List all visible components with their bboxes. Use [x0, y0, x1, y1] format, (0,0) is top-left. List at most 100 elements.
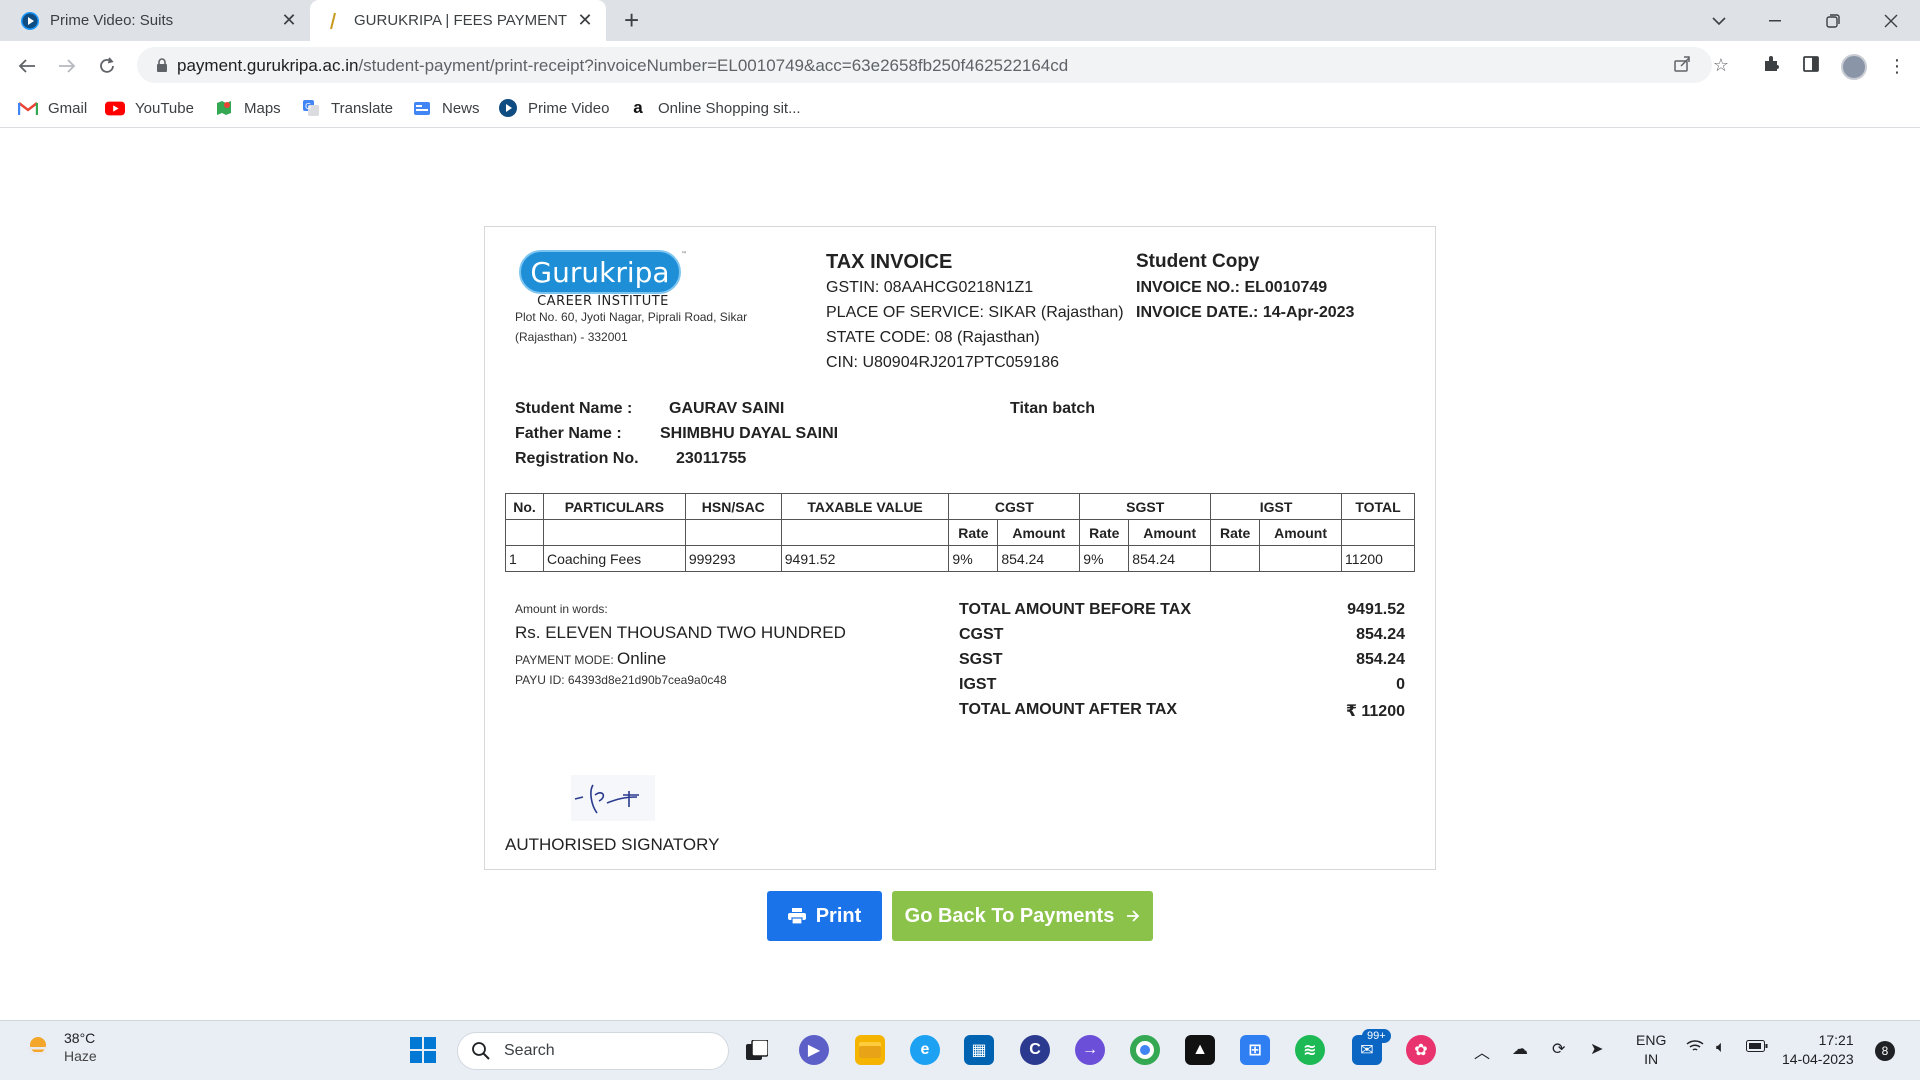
- close-window-icon[interactable]: [1866, 0, 1916, 41]
- bookmark-label: Gmail: [48, 99, 88, 117]
- totals-label: TOTAL AMOUNT BEFORE TAX: [959, 601, 1191, 618]
- chrome-icon[interactable]: [1130, 1035, 1160, 1065]
- task-view-icon[interactable]: [742, 1035, 772, 1065]
- subheader-amount: Amount: [1128, 519, 1212, 546]
- menu-kebab-icon[interactable]: ⋮: [1886, 55, 1908, 77]
- totals-label: TOTAL AMOUNT AFTER TAX: [959, 701, 1178, 718]
- photos-flower-icon[interactable]: ✿: [1406, 1035, 1436, 1065]
- lock-icon[interactable]: [154, 57, 170, 73]
- chat-icon[interactable]: ▶: [799, 1035, 829, 1065]
- invoice-title: TAX INVOICE: [826, 251, 953, 273]
- tab-search-icon[interactable]: [1694, 0, 1744, 41]
- side-panel-icon[interactable]: [1800, 55, 1822, 77]
- search-placeholder: Search: [504, 1042, 555, 1059]
- invoice-number: INVOICE NO.: EL0010749: [1136, 279, 1328, 296]
- cell-hsn: 999293: [684, 545, 782, 572]
- tab-title: GURUKRIPA | FEES PAYMENT: [354, 12, 568, 29]
- forward-arrow-icon[interactable]: [51, 50, 83, 82]
- cell-taxable-value: 9491.52: [780, 545, 950, 572]
- minimize-icon[interactable]: [1750, 0, 1800, 41]
- language-code: ENG: [1636, 1032, 1667, 1048]
- notification-badge[interactable]: 8: [1875, 1041, 1895, 1061]
- address-line: (Rajasthan) - 332001: [515, 330, 628, 344]
- gstin: GSTIN: 08AAHCG0218N1Z1: [826, 279, 1034, 296]
- totals-value: 0: [1396, 676, 1405, 693]
- sync-icon[interactable]: ⟳: [1552, 1039, 1565, 1059]
- system-clock[interactable]: 17:21 14-04-2023: [1782, 1031, 1854, 1069]
- payment-mode: PAYMENT MODE: Online: [515, 649, 666, 669]
- taskbar-search-box[interactable]: Search: [457, 1032, 729, 1070]
- institute-address: Plot No. 60, Jyoti Nagar, Piprali Road, …: [515, 307, 785, 347]
- invoice-tax-info: TAX INVOICE GSTIN: 08AAHCG0218N1Z1 PLACE…: [826, 249, 1126, 375]
- windows-start-icon[interactable]: [408, 1035, 438, 1065]
- totals-value: 854.24: [1356, 651, 1405, 668]
- bookmark-star-icon[interactable]: ☆: [1711, 55, 1731, 75]
- edge-icon[interactable]: e: [910, 1035, 940, 1065]
- region-code: IN: [1644, 1051, 1659, 1067]
- microsoft-store-icon[interactable]: ▦: [964, 1035, 994, 1065]
- show-hidden-icons-chevron-icon[interactable]: ︿: [1474, 1039, 1490, 1063]
- calculator-icon[interactable]: ⊞: [1240, 1035, 1270, 1065]
- father-name-label: Father Name :: [515, 425, 622, 442]
- invoice-items-table: No. PARTICULARS HSN/SAC TAXABLE VALUE CG…: [505, 493, 1415, 572]
- url-text[interactable]: payment.gurukripa.ac.in/student-payment/…: [177, 56, 1068, 76]
- tab-gurukripa[interactable]: GURUKRIPA | FEES PAYMENT ✕: [310, 0, 606, 41]
- new-tab-icon[interactable]: +: [624, 7, 639, 33]
- header-taxable-value: TAXABLE VALUE: [780, 493, 950, 520]
- back-arrow-icon[interactable]: [11, 50, 43, 82]
- battery-icon[interactable]: [1746, 1039, 1768, 1057]
- prime-video-icon: [20, 11, 40, 31]
- close-tab-icon[interactable]: ✕: [576, 11, 594, 29]
- go-back-to-payments-button[interactable]: Go Back To Payments: [892, 891, 1153, 941]
- restore-icon[interactable]: [1808, 0, 1858, 41]
- copy-label: Student Copy: [1136, 251, 1260, 272]
- bookmark-gmail[interactable]: Gmail: [18, 96, 87, 120]
- bookmark-prime-video[interactable]: Prime Video: [498, 96, 609, 120]
- address-bar[interactable]: payment.gurukripa.ac.in/student-payment/…: [137, 47, 1729, 83]
- close-tab-icon[interactable]: ✕: [280, 11, 298, 29]
- clock-time: 17:21: [1818, 1032, 1854, 1048]
- language-indicator[interactable]: ENG IN: [1636, 1031, 1666, 1069]
- app-launcher-icon[interactable]: →: [1075, 1035, 1105, 1065]
- profile-avatar[interactable]: [1841, 54, 1867, 80]
- bookmark-youtube[interactable]: YouTube: [105, 96, 194, 120]
- prime-video-icon: [498, 99, 518, 117]
- bookmark-news[interactable]: News: [412, 96, 480, 120]
- table-row: 1 Coaching Fees 999293 9491.52 9% 854.24…: [505, 545, 1415, 572]
- totals-value: 9491.52: [1347, 601, 1405, 618]
- location-icon[interactable]: ➤: [1590, 1039, 1603, 1059]
- onedrive-icon[interactable]: ☁: [1512, 1039, 1528, 1059]
- bookmark-online-shopping[interactable]: a Online Shopping sit...: [628, 96, 800, 120]
- cgst-row: CGST 854.24: [959, 626, 1405, 651]
- table-header-row: No. PARTICULARS HSN/SAC TAXABLE VALUE CG…: [505, 493, 1415, 520]
- header-no: No.: [505, 493, 544, 520]
- extensions-icon[interactable]: [1760, 55, 1782, 77]
- cell-sgst-rate: 9%: [1079, 545, 1130, 572]
- subheader-rate: Rate: [948, 519, 999, 546]
- affinity-icon[interactable]: ▲: [1185, 1035, 1215, 1065]
- student-name-label: Student Name :: [515, 400, 633, 417]
- weather-widget[interactable]: 38°C Haze: [24, 1029, 97, 1065]
- header-cgst: CGST: [948, 493, 1081, 520]
- address-line: Plot No. 60, Jyoti Nagar, Piprali Road, …: [515, 310, 748, 324]
- tab-prime-video[interactable]: Prime Video: Suits ✕: [20, 0, 310, 41]
- wifi-icon[interactable]: [1686, 1039, 1704, 1058]
- file-explorer-icon[interactable]: [855, 1035, 885, 1065]
- bookmark-translate[interactable]: G Translate: [301, 96, 393, 120]
- url-host: payment.gurukripa.ac.in: [177, 56, 359, 75]
- cell-igst-rate: [1210, 545, 1261, 572]
- windows-taskbar: 38°C Haze Search ▶ e ▦ C → ▲ ⊞ ≋ ✉ 99+ ✿…: [0, 1020, 1920, 1080]
- cell-sgst-amount: 854.24: [1128, 545, 1212, 572]
- bookmark-maps[interactable]: Maps: [214, 96, 281, 120]
- spotify-icon[interactable]: ≋: [1295, 1035, 1325, 1065]
- print-button[interactable]: Print: [767, 891, 882, 941]
- reload-icon[interactable]: [91, 50, 123, 82]
- cortana-icon[interactable]: C: [1020, 1035, 1050, 1065]
- volume-icon[interactable]: 🔈︎: [1716, 1039, 1726, 1057]
- father-name: SHIMBHU DAYAL SAINI: [660, 425, 839, 442]
- amount-in-words-label: Amount in words:: [515, 602, 608, 616]
- browser-toolbar: payment.gurukripa.ac.in/student-payment/…: [0, 41, 1920, 90]
- haze-sun-icon: [27, 1037, 49, 1055]
- share-icon[interactable]: [1672, 55, 1692, 75]
- totals-label: IGST: [959, 676, 997, 693]
